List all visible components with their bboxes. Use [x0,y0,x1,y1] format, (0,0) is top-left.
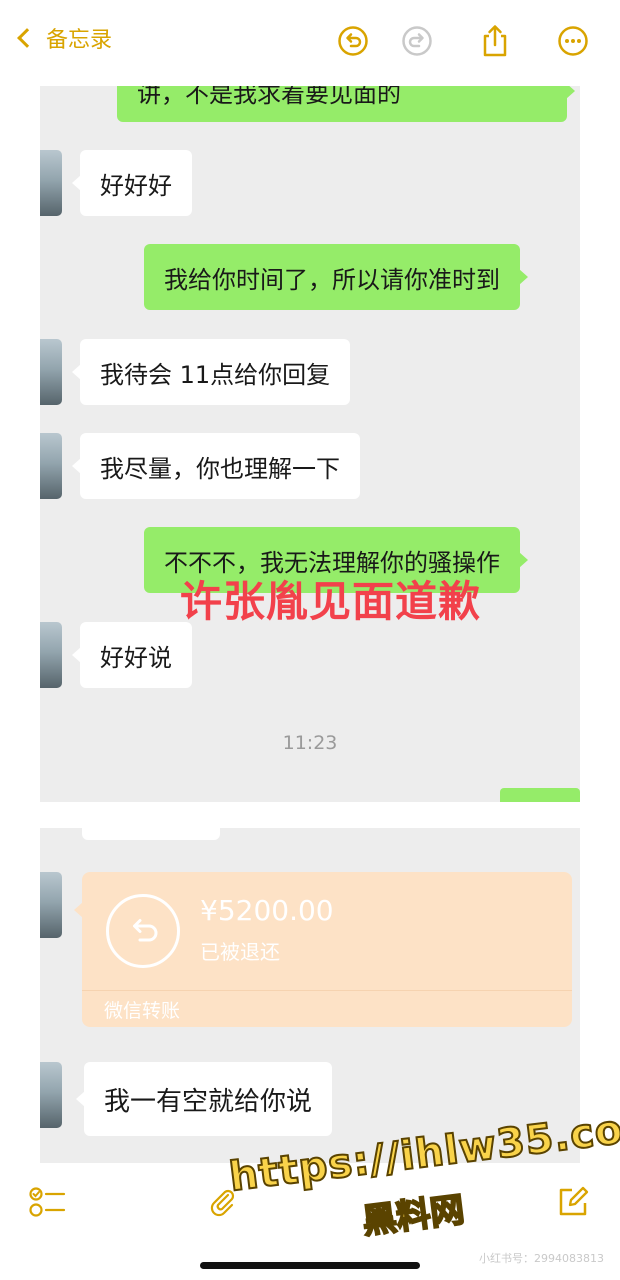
more-button[interactable] [556,24,590,58]
chevron-left-icon [17,28,37,48]
redo-button[interactable] [400,24,434,58]
avatar [40,433,62,499]
back-label: 备忘录 [46,28,113,53]
avatar [40,1062,62,1128]
share-icon [483,25,507,57]
undo-button[interactable] [336,24,370,58]
compose-button[interactable] [556,1185,590,1219]
message-bubble-received: 我待会 11点给你回复 [71,339,351,405]
message-bubble-received: 我尽量，你也理解一下 [72,433,360,499]
avatar [40,622,62,688]
share-button[interactable] [478,24,512,58]
redo-icon [402,26,432,56]
home-indicator [200,1262,420,1269]
transfer-amount: ¥5200.00 [200,894,334,927]
undo-icon [338,26,368,56]
divider [82,990,572,991]
message-bubble-received-edge [82,828,220,840]
message-bubble-sent: 我给你时间了，所以请你准时到 [144,244,528,310]
return-arrow-icon [106,894,180,968]
avatar [40,150,62,216]
more-icon [558,26,588,56]
overlay-caption: 许张胤见面道歉 [180,577,482,626]
checklist-icon [29,1187,66,1217]
message-bubble-received: 我一有空就给你说 [75,1062,333,1136]
notes-toolbar: 备忘录 [0,0,620,86]
wechat-transfer-card[interactable]: ¥5200.00 已被退还 微信转账 [74,872,572,1027]
chat-screenshot-2: ¥5200.00 已被退还 微信转账 我一有空就给你说 [40,828,580,1163]
message-bubble-sent-edge [500,788,580,802]
message-bubble-received: 好好好 [72,150,192,216]
compose-icon [559,1186,589,1216]
transfer-status: 已被退还 [200,940,280,964]
transfer-footer-label: 微信转账 [104,1000,181,1022]
message-bubble-received: 好好说 [72,622,192,688]
watermark-account-id: 小红书号：2994083813 [479,1252,604,1265]
message-timestamp: 11:23 [282,732,338,754]
chat-screenshot-1: 讲，不是我求着要见面的 好好好 我给你时间了，所以请你准时到 我待会 11点给你… [40,60,580,802]
avatar [40,339,62,405]
back-button[interactable]: 备忘录 [14,22,112,54]
checklist-button[interactable] [28,1185,68,1219]
avatar [40,872,62,938]
